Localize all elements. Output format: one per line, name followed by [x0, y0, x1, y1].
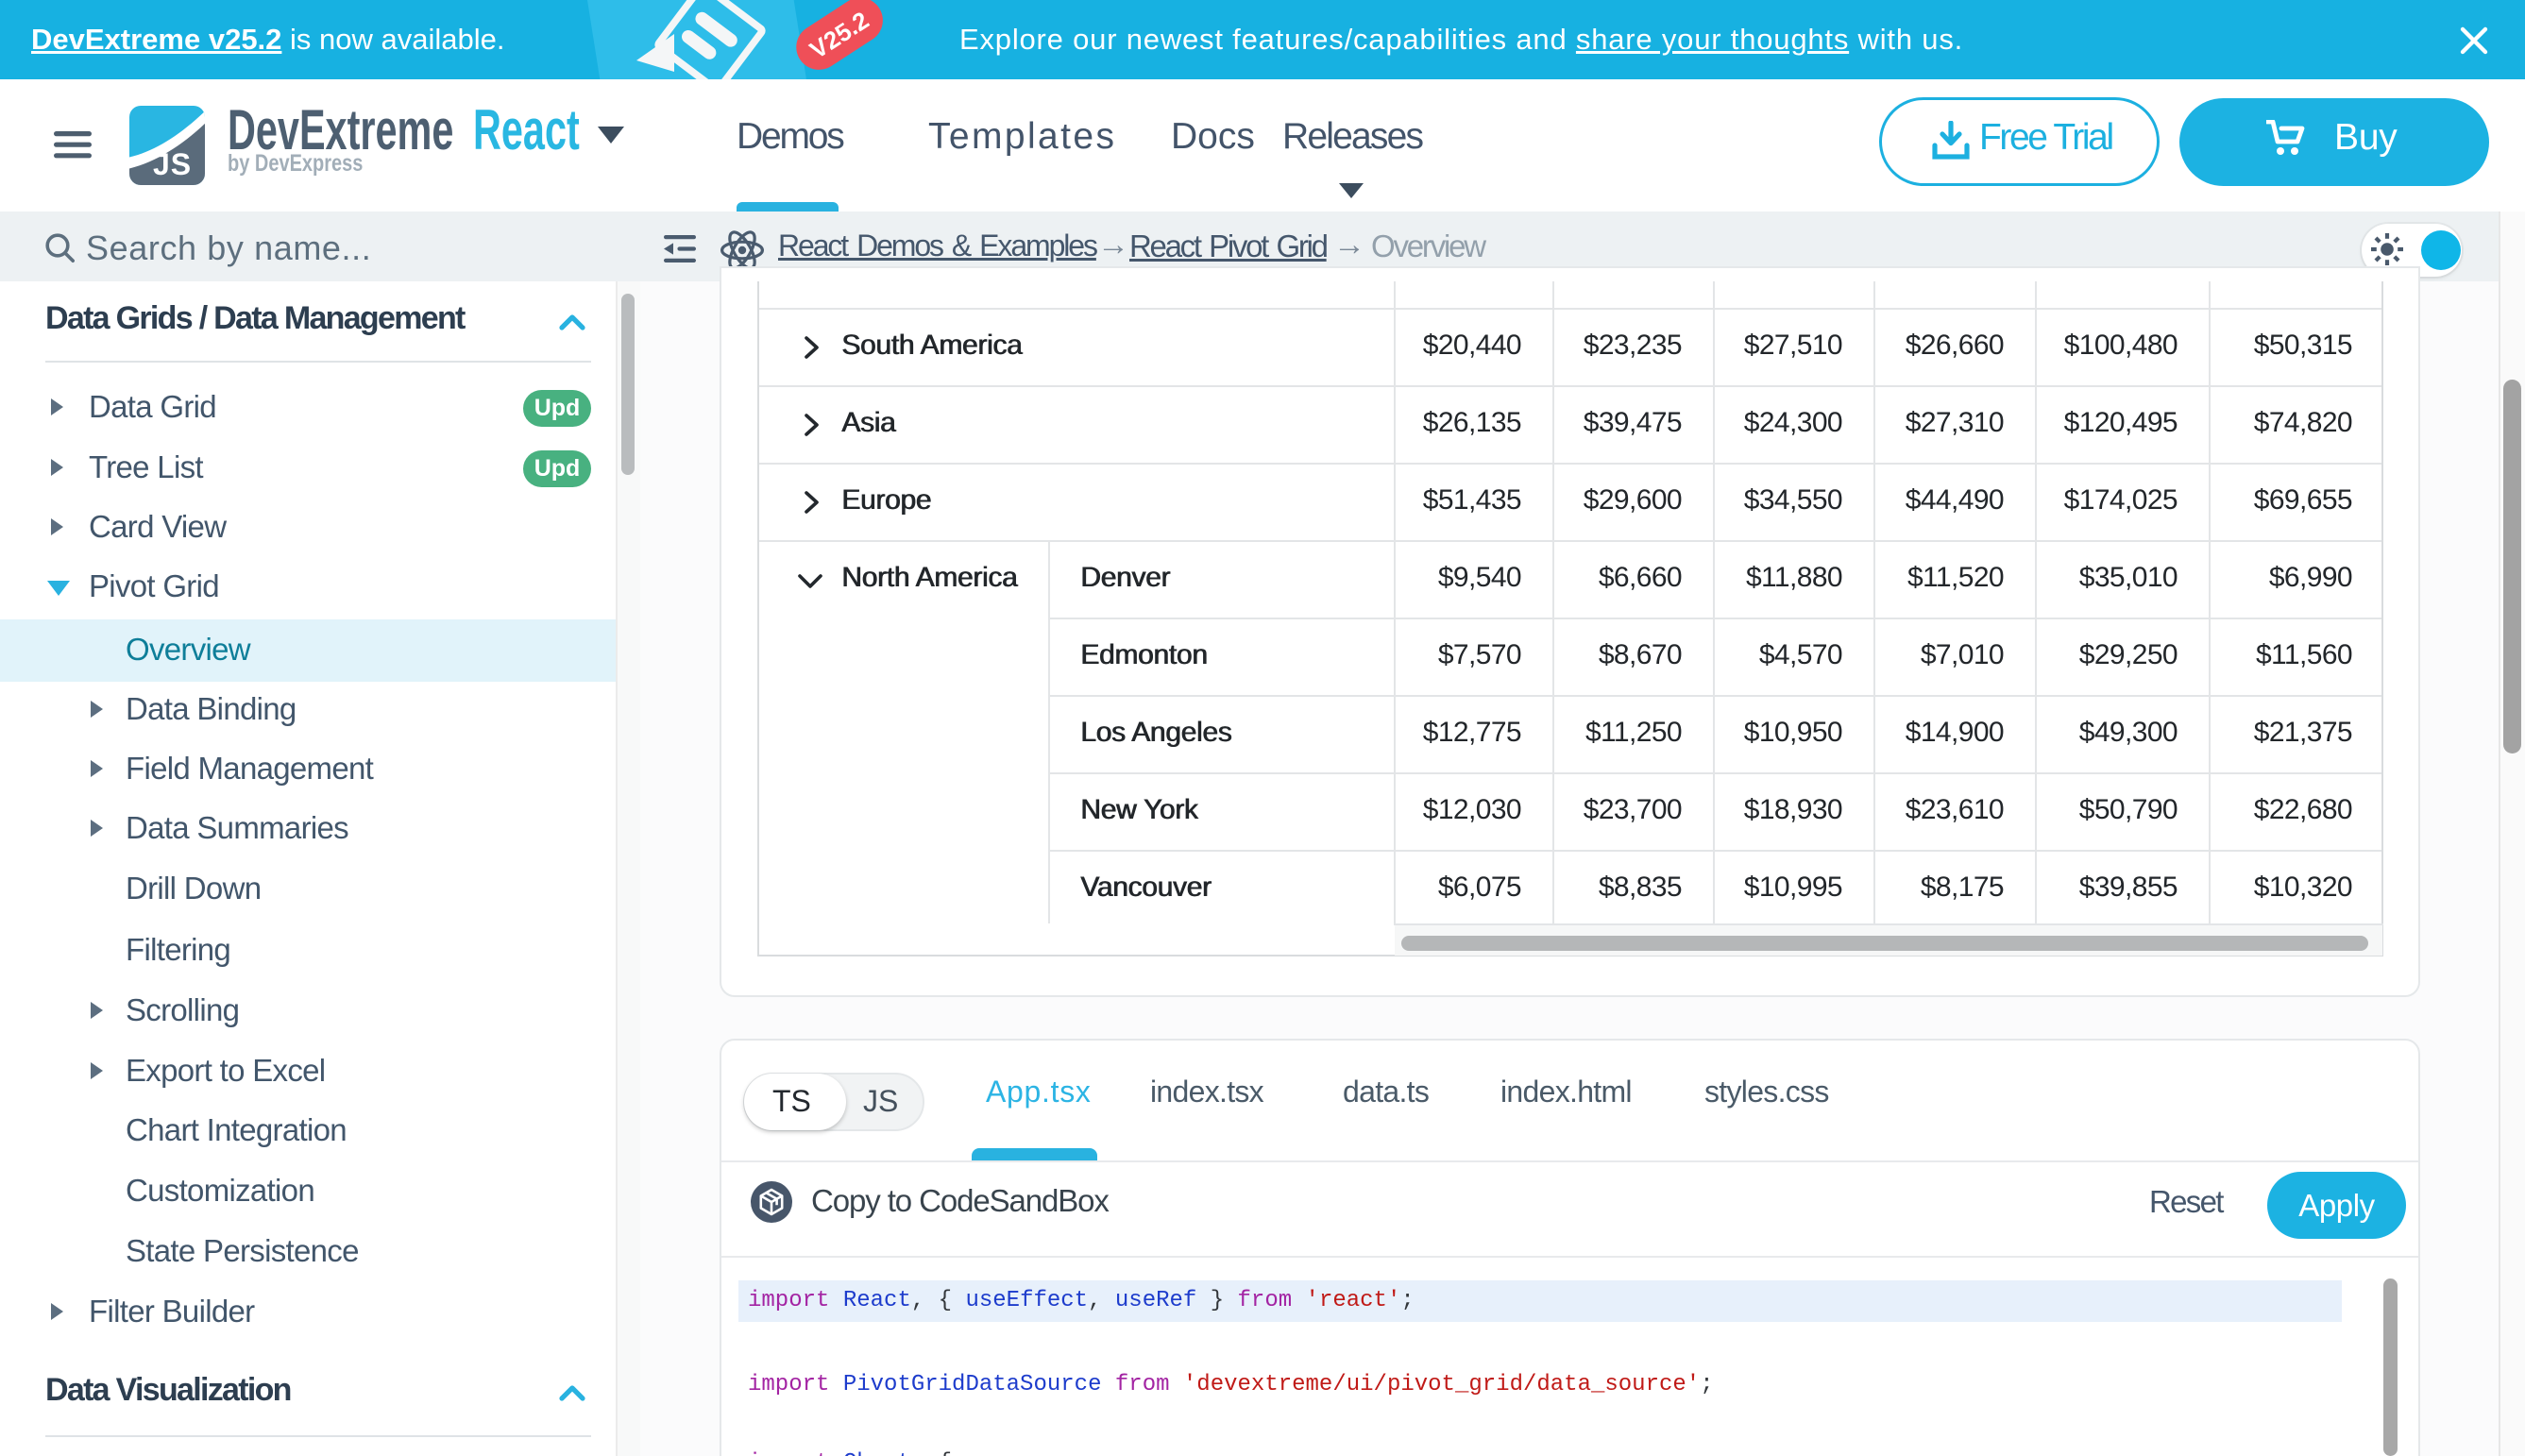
- svg-text:JS: JS: [153, 147, 192, 181]
